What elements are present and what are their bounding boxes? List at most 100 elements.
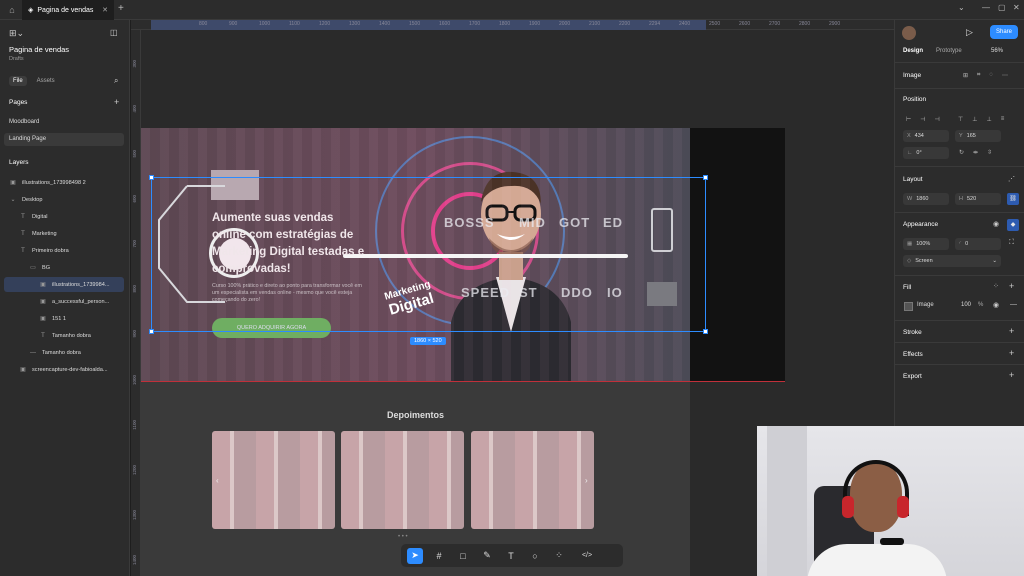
visibility-eye-icon[interactable]: ◉	[993, 220, 999, 228]
fill-swatch[interactable]	[904, 302, 913, 311]
resize-handle[interactable]	[149, 329, 154, 334]
add-export-icon[interactable]: +	[1009, 370, 1014, 380]
layer-item[interactable]: ▣ illustrations_173998498 2	[4, 175, 124, 190]
layer-item[interactable]: ▣ a_successful_person...	[4, 294, 124, 309]
avatar[interactable]	[902, 26, 916, 40]
resize-handle[interactable]	[703, 329, 708, 334]
layer-item[interactable]: ▣ screencapture-dev-fabioalda...	[4, 362, 124, 377]
carousel-dots[interactable]: • • •	[398, 534, 408, 540]
add-fill-icon[interactable]: +	[1009, 281, 1014, 291]
testimonial-card[interactable]	[341, 431, 464, 529]
blend-mode-select[interactable]: ◇ Screen ⌄	[903, 255, 1001, 267]
flip-horizontal-icon[interactable]: ⇹	[973, 149, 978, 156]
effects-header[interactable]: Effects	[903, 351, 923, 358]
toggle-sidebar-icon[interactable]: ◫	[110, 28, 118, 37]
file-title[interactable]: Pagina de vendas	[9, 45, 69, 54]
new-tab-icon[interactable]: +	[118, 3, 124, 14]
styles-grid-icon[interactable]: ⁘	[993, 282, 999, 290]
layer-item[interactable]: T Marketing	[4, 226, 124, 241]
testimonials-title[interactable]: Depoimentos	[141, 410, 690, 420]
components-tool-icon[interactable]: ⁘	[551, 548, 567, 564]
x-field[interactable]: X 434	[903, 130, 949, 142]
fill-type[interactable]: Image	[917, 302, 934, 308]
testimonial-card[interactable]	[471, 431, 594, 529]
y-field[interactable]: Y 165	[955, 130, 1001, 142]
carousel-prev-icon[interactable]: ‹	[216, 476, 219, 485]
comment-tool-icon[interactable]: ○	[527, 548, 543, 564]
maximize-icon[interactable]: ▢	[998, 3, 1006, 12]
resize-handle[interactable]	[149, 175, 154, 180]
rotate-icon[interactable]: ↻	[959, 149, 964, 156]
layer-item[interactable]: T Tamanho dobra	[4, 328, 124, 343]
flip-vertical-icon[interactable]: ⇳	[987, 149, 992, 156]
home-icon[interactable]: ⌂	[6, 4, 18, 16]
tab-prototype[interactable]: Prototype	[936, 48, 962, 54]
fill-opacity[interactable]: 100	[961, 302, 971, 308]
align-left-icon[interactable]: ⊢	[906, 116, 911, 123]
minimize-icon[interactable]: —	[982, 3, 990, 12]
rotation-field[interactable]: ∟ 0°	[903, 147, 949, 159]
align-middle-icon[interactable]: ⊥	[972, 116, 977, 123]
component-icon[interactable]: ⊞	[963, 72, 968, 79]
testimonial-card[interactable]	[212, 431, 335, 529]
align-right-icon[interactable]: ⊣	[934, 116, 939, 123]
close-window-icon[interactable]: ✕	[1013, 3, 1020, 12]
present-play-icon[interactable]: ▷	[966, 27, 973, 38]
shape-tool-icon[interactable]: □	[455, 548, 471, 564]
page-item-moodboard[interactable]: Moodboard	[4, 116, 124, 129]
zoom-level[interactable]: 56%	[991, 48, 1003, 54]
more-icon[interactable]: ⋯	[1002, 72, 1008, 79]
corner-radius-field[interactable]: ◜ 0	[955, 238, 1001, 250]
dev-mode-icon[interactable]: </>	[575, 548, 599, 564]
page-item-landing-page[interactable]: Landing Page	[4, 133, 124, 146]
fill-visibility-icon[interactable]: ◉	[993, 301, 999, 309]
frame-tool-icon[interactable]: #	[431, 548, 447, 564]
expand-corners-icon[interactable]: ⛶	[1009, 239, 1014, 247]
add-stroke-icon[interactable]: +	[1009, 326, 1014, 336]
add-effect-icon[interactable]: +	[1009, 348, 1014, 358]
file-location[interactable]: Drafts	[9, 56, 24, 62]
resize-handle[interactable]	[703, 175, 708, 180]
height-field[interactable]: H 520	[955, 193, 1001, 205]
align-bottom-icon[interactable]: ⊥	[986, 116, 991, 123]
distribute-icon[interactable]: ≡	[1001, 116, 1005, 123]
pen-tool-icon[interactable]: ✎	[479, 548, 495, 564]
share-button[interactable]: Share	[990, 25, 1018, 39]
tab-assets[interactable]: Assets	[33, 76, 59, 86]
close-tab-icon[interactable]: ✕	[102, 6, 108, 14]
w-value: 1860	[916, 196, 929, 202]
align-top-icon[interactable]: ⊤	[958, 116, 963, 123]
remove-fill-icon[interactable]: —	[1010, 301, 1017, 308]
main-menu-icon[interactable]: ⊞⌄	[9, 28, 24, 39]
layer-item-selected[interactable]: ▣ illustrations_1739984...	[4, 277, 124, 292]
fill-drop-icon[interactable]: ◆	[1007, 219, 1019, 231]
tab-file[interactable]: File	[9, 76, 27, 86]
ruler-tick-label: 1300	[349, 21, 361, 27]
add-page-icon[interactable]: +	[114, 97, 119, 107]
width-field[interactable]: W 1860	[903, 193, 949, 205]
export-header[interactable]: Export	[903, 373, 922, 380]
divider	[895, 364, 1024, 365]
auto-layout-icon[interactable]: ⋰	[1008, 175, 1015, 183]
carousel-next-icon[interactable]: ›	[585, 476, 588, 485]
stroke-header[interactable]: Stroke	[903, 329, 922, 336]
layer-item[interactable]: T Digital	[4, 209, 124, 224]
tab-design[interactable]: Design	[903, 48, 923, 54]
crop-icon[interactable]: ⌗	[977, 72, 980, 79]
text-tool-icon[interactable]: T	[503, 548, 519, 564]
align-center-icon[interactable]: ⊣	[920, 116, 925, 123]
layer-item[interactable]: T Primeiro dobra	[4, 243, 124, 258]
layer-item[interactable]: ⌄ Desktop	[4, 192, 124, 207]
constrain-proportions-icon[interactable]: ⛓	[1007, 193, 1019, 205]
file-tab[interactable]: ◈ Pagina de vendas ✕	[22, 0, 114, 20]
opacity-field[interactable]: ▦ 100%	[903, 238, 949, 250]
link-icon[interactable]: ◌	[989, 72, 993, 79]
move-tool-icon[interactable]: ➤	[407, 547, 423, 564]
selection-box[interactable]	[151, 177, 706, 332]
layer-item[interactable]: ▭ BG	[4, 260, 124, 275]
layer-item[interactable]: — Tamanho dobra	[4, 345, 124, 360]
chevron-down-icon[interactable]: ⌄	[958, 3, 965, 12]
search-icon[interactable]: ⌕	[114, 76, 118, 86]
layer-item[interactable]: ▣ 151 1	[4, 311, 124, 326]
h-value: 520	[966, 196, 977, 202]
